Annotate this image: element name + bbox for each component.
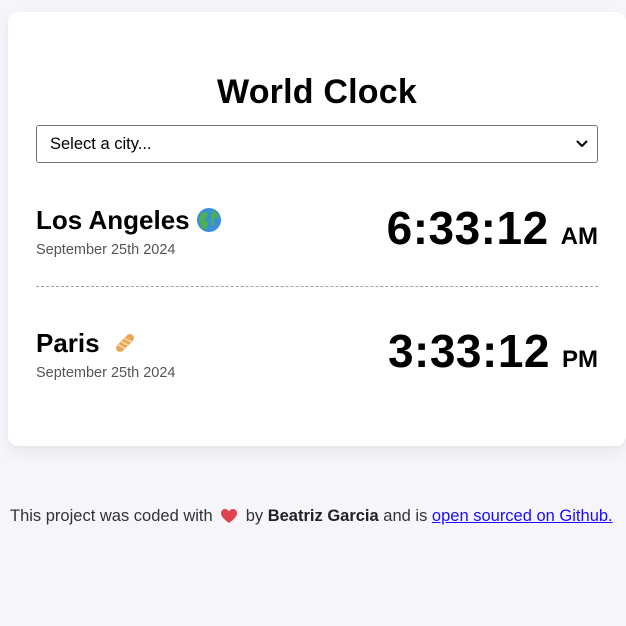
page-title: World Clock [217,73,417,111]
city-name-label: Los Angeles [36,205,190,235]
city-ampm: PM [562,346,598,373]
city-divider [36,286,598,287]
footer-prefix: This project was coded with [10,507,213,525]
city-name-label: Paris [36,328,100,358]
city-clock: 6:33:12 AM [387,200,598,256]
footer-middle-text: and is [383,507,428,525]
world-clock-card: World Clock Select a city... Los Angeles [8,12,626,446]
github-link[interactable]: open sourced on Github. [432,505,613,527]
footer-author: Beatriz Garcia [267,507,379,525]
footer-by-text: by [245,507,264,525]
heart-icon [220,508,238,524]
city-date: September 25th 2024 [36,242,176,258]
footer: This project was coded with by Beatriz G… [10,505,613,527]
globe-americas-icon [196,207,222,233]
city-time: 6:33:12 [386,202,549,254]
city-date: September 25th 2024 [36,365,176,381]
city-ampm: AM [560,223,598,250]
city-row-los-angeles: Los Angeles September 25th 2024 6:33:12 … [36,190,598,280]
baguette-icon [112,330,138,356]
city-name-heading: Los Angeles [36,204,222,236]
city-time: 3:33:12 [387,325,550,377]
city-row-paris: Paris September 25th 2024 3:33:12 PM [36,313,598,403]
city-select[interactable]: Select a city... [36,125,598,163]
city-name-heading: Paris [36,327,138,359]
city-select-value: Select a city... [50,134,152,153]
chevron-down-icon [575,137,589,151]
page: World Clock Select a city... Los Angeles [0,0,626,626]
city-clock: 3:33:12 PM [388,323,598,379]
